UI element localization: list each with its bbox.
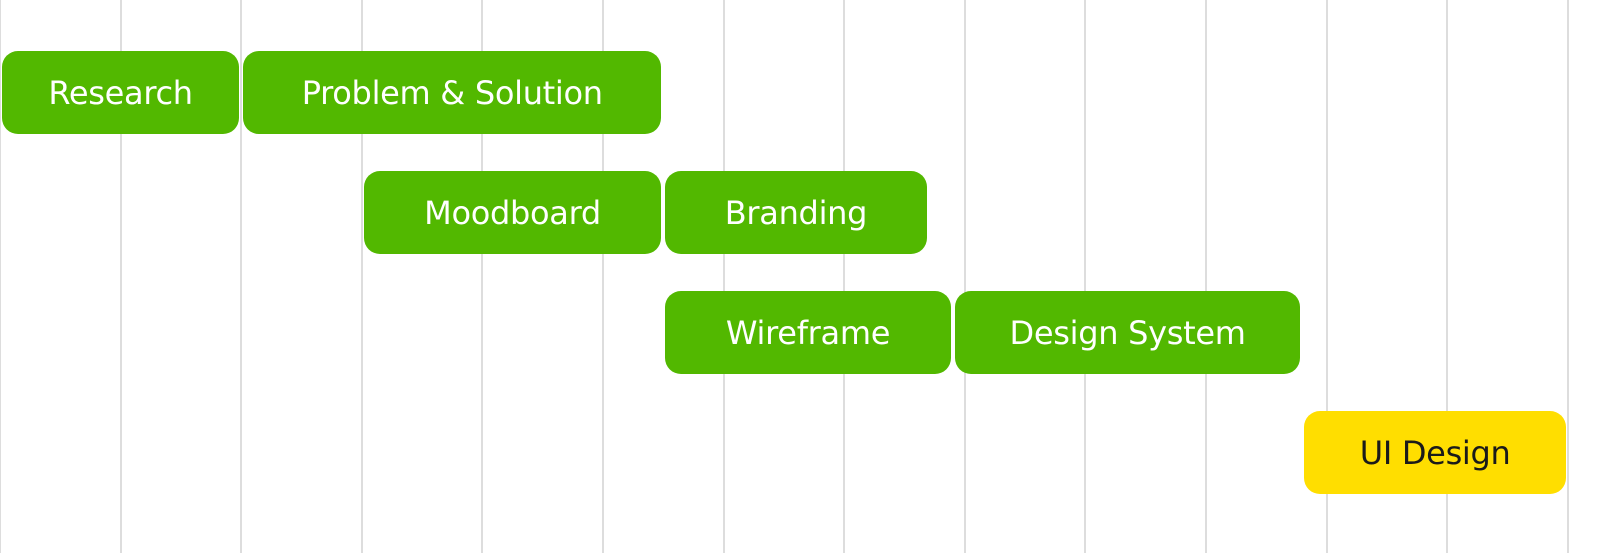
task-label: Wireframe — [725, 313, 891, 352]
gridline — [240, 0, 242, 553]
gridline — [0, 0, 1, 553]
gridline — [1084, 0, 1086, 553]
task-bar[interactable]: Wireframe — [665, 291, 951, 374]
task-bar[interactable]: Moodboard — [363, 171, 662, 254]
task-label: Problem & Solution — [301, 73, 603, 112]
task-label: Design System — [1009, 313, 1246, 352]
task-bar[interactable]: UI Design — [1304, 411, 1566, 494]
task-bar[interactable]: Branding — [665, 171, 927, 254]
gridline — [1567, 0, 1569, 553]
gridline — [964, 0, 966, 553]
task-bar[interactable]: Problem & Solution — [243, 51, 662, 134]
task-label: Research — [48, 73, 193, 112]
gridline — [723, 0, 725, 553]
gridline — [843, 0, 845, 553]
task-bar[interactable]: Research — [2, 51, 240, 134]
task-label: UI Design — [1359, 433, 1511, 472]
gridline — [1205, 0, 1207, 553]
task-label: Moodboard — [424, 193, 601, 232]
task-label: Branding — [724, 193, 868, 232]
task-bar[interactable]: Design System — [954, 291, 1301, 374]
gantt-chart: Research Problem & Solution Moodboard Brand… — [0, 0, 1600, 553]
